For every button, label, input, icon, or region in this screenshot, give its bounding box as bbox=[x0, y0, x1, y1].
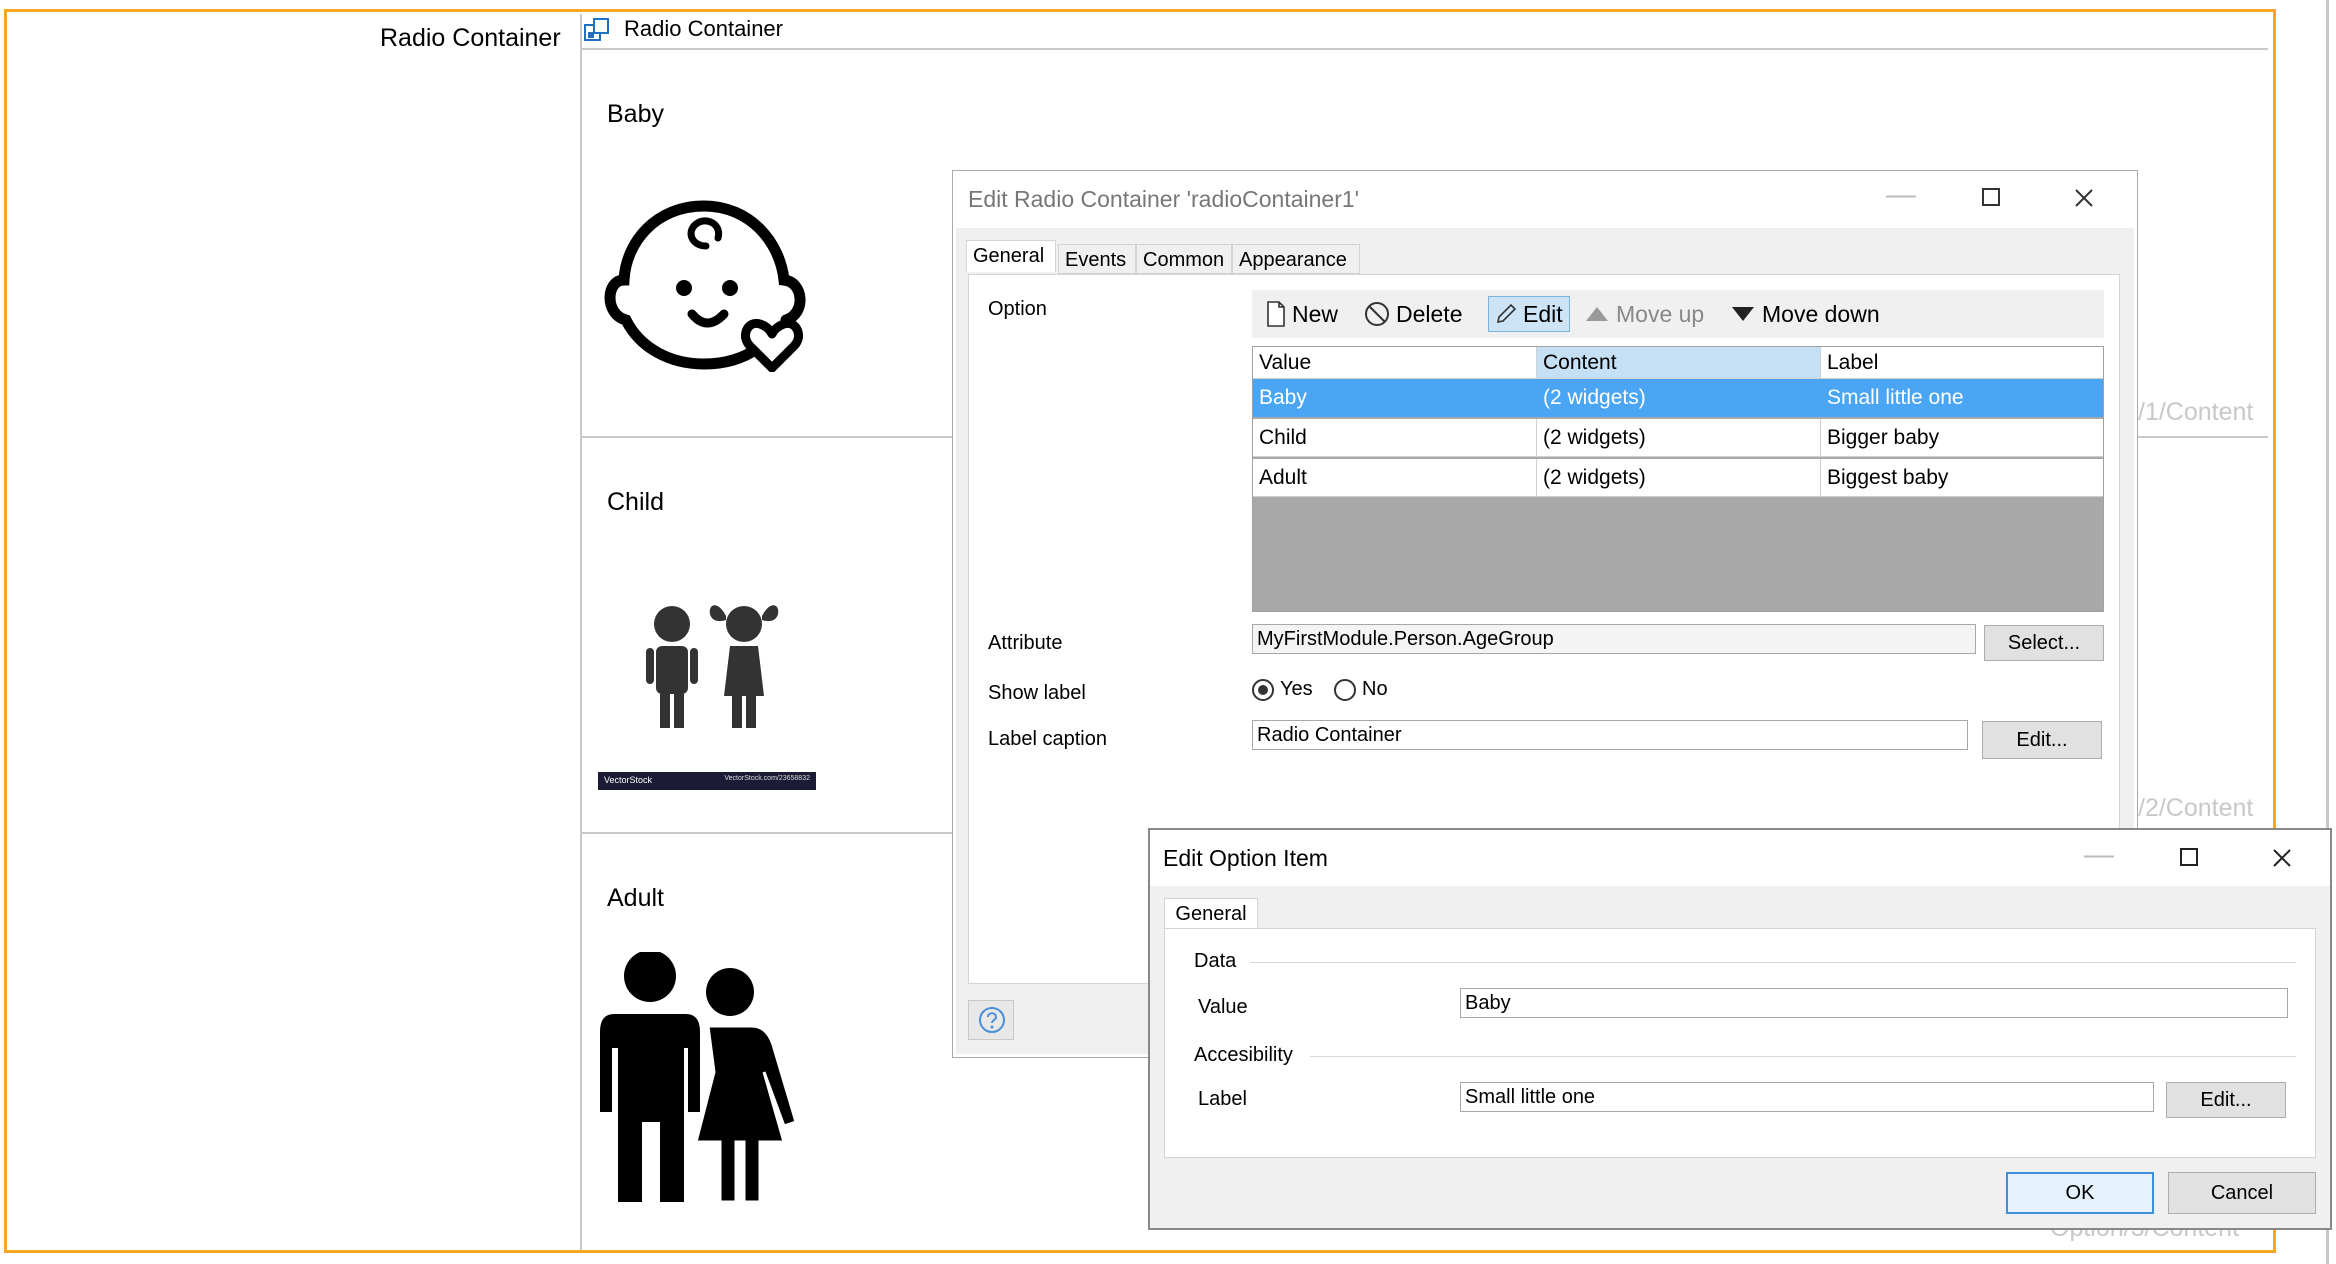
move-down-label: Move down bbox=[1762, 301, 1880, 327]
children-icon bbox=[646, 605, 779, 728]
pencil-icon bbox=[1496, 303, 1517, 324]
data-group-label: Data bbox=[1194, 950, 1237, 972]
column-header-content[interactable]: Content bbox=[1537, 347, 1821, 379]
label-caption-label: Label caption bbox=[988, 728, 1107, 750]
delete-label: Delete bbox=[1396, 301, 1463, 327]
cancel-button[interactable]: Cancel bbox=[2168, 1172, 2316, 1214]
edit-button[interactable]: Edit bbox=[1488, 296, 1570, 332]
tab-common[interactable]: Common bbox=[1136, 244, 1232, 274]
column-header-value[interactable]: Value bbox=[1253, 347, 1537, 379]
tab-general[interactable]: General bbox=[966, 240, 1056, 272]
select-button[interactable]: Select... bbox=[1984, 625, 2104, 661]
move-down-button[interactable]: Move down bbox=[1730, 290, 1880, 338]
close-icon[interactable] bbox=[2272, 848, 2292, 868]
ghost-content-label: /1/Content bbox=[2138, 398, 2254, 426]
table-row[interactable]: Child (2 widgets) Bigger baby bbox=[1253, 419, 2103, 457]
accessibility-label-field[interactable]: Small little one bbox=[1460, 1082, 2154, 1112]
table-row[interactable]: Baby (2 widgets) Small little one bbox=[1253, 379, 2103, 417]
dialog-title: Edit Option Item bbox=[1163, 845, 1328, 871]
option-label: Option bbox=[988, 298, 1047, 320]
edit-label: Edit bbox=[1523, 301, 1563, 327]
tab-events[interactable]: Events bbox=[1058, 244, 1136, 274]
value-label: Value bbox=[1198, 996, 1248, 1018]
delete-icon bbox=[1365, 302, 1389, 326]
tab-general[interactable]: General bbox=[1164, 898, 1258, 930]
cell-label: Bigger baby bbox=[1821, 419, 2103, 457]
cell-content: (2 widgets) bbox=[1537, 379, 1821, 417]
show-label-label: Show label bbox=[988, 682, 1086, 704]
label-caption-field[interactable]: Radio Container bbox=[1252, 720, 1968, 750]
maximize-button[interactable] bbox=[2180, 848, 2198, 866]
cell-content: (2 widgets) bbox=[1537, 419, 1821, 457]
group-divider bbox=[1310, 1056, 2296, 1057]
dialog-title: Edit Radio Container 'radioContainer1' bbox=[968, 186, 1360, 212]
attribute-field[interactable]: MyFirstModule.Person.AgeGroup bbox=[1252, 624, 1976, 654]
show-label-no-radio[interactable]: No bbox=[1334, 678, 1388, 701]
minimize-button[interactable]: — bbox=[2084, 838, 2114, 872]
cell-content: (2 widgets) bbox=[1537, 459, 1821, 497]
accessibility-label-label: Label bbox=[1198, 1088, 1247, 1110]
maximize-button[interactable] bbox=[1982, 188, 2000, 206]
triangle-up-icon bbox=[1586, 307, 1608, 321]
table-row[interactable]: Adult (2 widgets) Biggest baby bbox=[1253, 459, 2103, 497]
accessibility-group-label: Accesibility bbox=[1194, 1044, 1293, 1066]
radio-unchecked bbox=[1334, 678, 1356, 701]
cell-value: Adult bbox=[1253, 459, 1537, 497]
radio-container-title: Radio Container bbox=[624, 16, 783, 41]
group-divider bbox=[1250, 962, 2296, 963]
move-up-label: Move up bbox=[1616, 301, 1705, 327]
tab-appearance[interactable]: Appearance bbox=[1232, 244, 1360, 274]
attribute-label: Attribute bbox=[988, 632, 1063, 654]
cell-value: Baby bbox=[1253, 379, 1537, 417]
cell-value: Child bbox=[1253, 419, 1537, 457]
option-label-adult[interactable]: Adult bbox=[607, 884, 664, 913]
radio-checked bbox=[1252, 678, 1274, 701]
new-document-icon bbox=[1267, 301, 1285, 327]
ok-button[interactable]: OK bbox=[2006, 1172, 2154, 1214]
value-field[interactable]: Baby bbox=[1460, 988, 2288, 1018]
minimize-button[interactable]: — bbox=[1886, 178, 1916, 212]
help-button[interactable] bbox=[968, 1000, 1014, 1040]
adults-icon bbox=[600, 952, 798, 1204]
no-label: No bbox=[1362, 678, 1388, 700]
triangle-down-icon bbox=[1732, 307, 1754, 321]
cell-label: Biggest baby bbox=[1821, 459, 2103, 497]
options-toolbar: New Delete Edit Move up Move down bbox=[1252, 290, 2104, 338]
close-icon[interactable] bbox=[2074, 188, 2094, 208]
stock-watermark-bar: VectorStock VectorStock.com/23658832 bbox=[598, 772, 816, 790]
yes-label: Yes bbox=[1280, 678, 1313, 700]
new-label: New bbox=[1292, 301, 1339, 327]
option-label-child[interactable]: Child bbox=[607, 488, 664, 517]
cell-label: Small little one bbox=[1821, 379, 2103, 417]
move-up-button[interactable]: Move up bbox=[1584, 290, 1704, 338]
option-label-baby[interactable]: Baby bbox=[607, 100, 664, 129]
new-button[interactable]: New bbox=[1266, 290, 1338, 338]
options-grid[interactable]: Value Content Label Baby (2 widgets) Sma… bbox=[1252, 346, 2104, 612]
help-icon bbox=[979, 1007, 1005, 1033]
delete-button[interactable]: Delete bbox=[1364, 290, 1462, 338]
column-header-label[interactable]: Label bbox=[1821, 347, 2103, 379]
ghost-content-label: /2/Content bbox=[2138, 794, 2254, 822]
baby-face-icon bbox=[604, 200, 806, 372]
radio-container-header[interactable] bbox=[580, 14, 2268, 50]
show-label-yes-radio[interactable]: Yes bbox=[1252, 678, 1313, 701]
radio-container-icon bbox=[584, 18, 609, 41]
edit-caption-button[interactable]: Edit... bbox=[1982, 721, 2102, 759]
left-label: Radio Container bbox=[380, 24, 561, 52]
edit-label-button[interactable]: Edit... bbox=[2166, 1082, 2286, 1118]
